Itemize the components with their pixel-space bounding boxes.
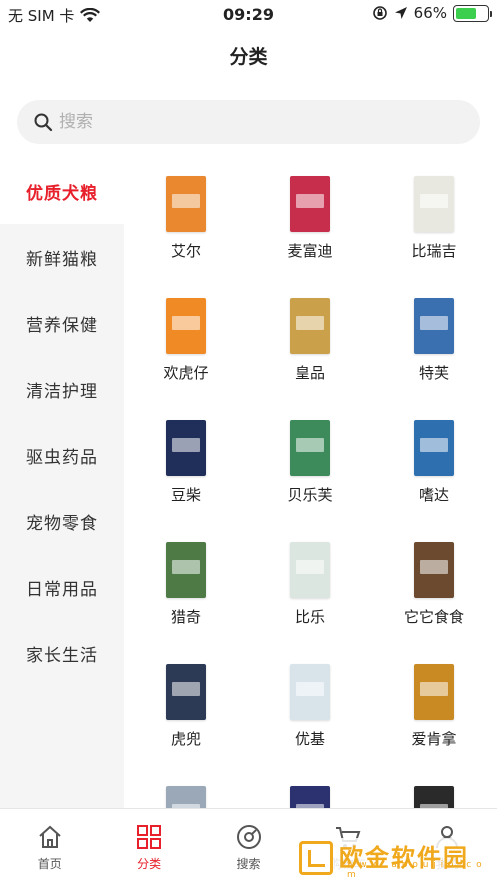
sidebar-item[interactable]: 驱虫药品	[0, 422, 124, 488]
location-arrow-icon	[394, 7, 407, 19]
product-package-image	[290, 420, 330, 476]
brand-item[interactable]: 麦富迪	[248, 158, 372, 280]
battery-fill	[456, 7, 476, 19]
brand-name: 豆柴	[170, 486, 201, 504]
grid-row: 豆柴 贝乐芙 嗜达	[124, 402, 497, 524]
watermark-logo	[299, 841, 333, 875]
product-package-image	[166, 176, 206, 232]
brand-item[interactable]	[248, 768, 372, 808]
grid-row: 虎兜 优基 爱肯拿	[124, 646, 497, 768]
product-package-image	[290, 664, 330, 720]
product-package-image	[290, 298, 330, 354]
brand-item[interactable]: 嗜达	[372, 402, 496, 524]
brand-name: 比乐	[294, 608, 325, 626]
sidebar-item[interactable]: 日常用品	[0, 554, 124, 620]
discover-icon	[236, 825, 261, 849]
brand-item[interactable]: 它它食食	[372, 524, 496, 646]
grid-row: 欢虎仔 皇品 特芙	[124, 280, 497, 402]
product-package-image	[414, 542, 454, 598]
product-package-image	[414, 664, 454, 720]
sidebar-item[interactable]: 清洁护理	[0, 356, 124, 422]
status-bar: 无 SIM 卡 09:29 66%	[0, 0, 497, 30]
sidebar-item[interactable]: 优质犬粮	[0, 158, 124, 224]
sidebar-item[interactable]: 营养保健	[0, 290, 124, 356]
product-package-image	[166, 420, 206, 476]
product-package-image	[290, 786, 330, 808]
battery-icon	[453, 4, 492, 22]
brand-item[interactable]: 豆柴	[124, 402, 248, 524]
orientation-lock-icon	[372, 6, 387, 20]
brand-name: 皇品	[294, 364, 325, 382]
grid-row: 艾尔 麦富迪 比瑞吉	[124, 158, 497, 280]
product-package-image	[166, 542, 206, 598]
category-grid-icon	[137, 825, 162, 849]
tab-discover[interactable]: 搜索	[199, 809, 298, 883]
brand-name: 它它食食	[403, 608, 464, 626]
product-package-image	[414, 420, 454, 476]
grid-row	[124, 768, 497, 808]
brand-item[interactable]: 艾尔	[124, 158, 248, 280]
brand-item[interactable]: 猎奇	[124, 524, 248, 646]
battery-percentage: 66%	[413, 4, 447, 22]
sidebar-item[interactable]: 家长生活	[0, 620, 124, 686]
brand-item[interactable]	[372, 768, 496, 808]
tab-home[interactable]: 首页	[0, 809, 99, 883]
brand-name: 特芙	[418, 364, 449, 382]
brand-item[interactable]	[124, 768, 248, 808]
category-sidebar: 优质犬粮 新鲜猫粮 营养保健 清洁护理 驱虫药品 宠物零食 日常用品 家长生活	[0, 158, 124, 808]
brand-item[interactable]: 比瑞吉	[372, 158, 496, 280]
tab-category-grid[interactable]: 分类	[99, 809, 198, 883]
brand-item[interactable]: 贝乐芙	[248, 402, 372, 524]
product-package-image	[290, 542, 330, 598]
watermark: 欧金软件园 w w w . a p o u j i n . c o m	[299, 838, 489, 880]
brand-grid: 艾尔 麦富迪 比瑞吉欢虎仔 皇品 特芙豆柴 贝乐芙 嗜达猎奇 比乐 它它食食虎兜 优基 爱肯拿	[124, 158, 497, 808]
product-package-image	[414, 786, 454, 808]
brand-name: 优基	[294, 730, 325, 748]
search-bar[interactable]	[17, 100, 480, 144]
tab-label: 首页	[37, 857, 62, 871]
brand-item[interactable]: 皇品	[248, 280, 372, 402]
brand-name: 艾尔	[170, 242, 201, 260]
brand-name: 贝乐芙	[287, 486, 333, 504]
watermark-url: w w w . a p o u j i n . c o m	[347, 860, 483, 880]
tab-label: 搜索	[236, 857, 261, 871]
brand-name: 爱肯拿	[411, 730, 457, 748]
brand-name: 猎奇	[170, 608, 201, 626]
brand-item[interactable]: 爱肯拿	[372, 646, 496, 768]
search-icon	[34, 113, 53, 132]
brand-item[interactable]: 比乐	[248, 524, 372, 646]
brand-item[interactable]: 欢虎仔	[124, 280, 248, 402]
tab-label: 分类	[137, 857, 162, 871]
brand-name: 嗜达	[418, 486, 449, 504]
brand-name: 虎兜	[170, 730, 201, 748]
sidebar-item[interactable]: 宠物零食	[0, 488, 124, 554]
brand-item[interactable]: 虎兜	[124, 646, 248, 768]
sidebar-item[interactable]: 新鲜猫粮	[0, 224, 124, 290]
grid-row: 猎奇 比乐 它它食食	[124, 524, 497, 646]
brand-item[interactable]: 优基	[248, 646, 372, 768]
brand-name: 欢虎仔	[163, 364, 209, 382]
status-right: 66%	[372, 4, 492, 22]
product-package-image	[414, 176, 454, 232]
page-title: 分类	[229, 46, 268, 68]
brand-item[interactable]: 特芙	[372, 280, 496, 402]
product-package-image	[166, 298, 206, 354]
product-package-image	[290, 176, 330, 232]
product-package-image	[166, 786, 206, 808]
product-package-image	[166, 664, 206, 720]
brand-name: 麦富迪	[287, 242, 333, 260]
product-package-image	[414, 298, 454, 354]
brand-name: 比瑞吉	[411, 242, 457, 260]
home-icon	[39, 825, 61, 848]
search-input[interactable]	[59, 112, 439, 132]
